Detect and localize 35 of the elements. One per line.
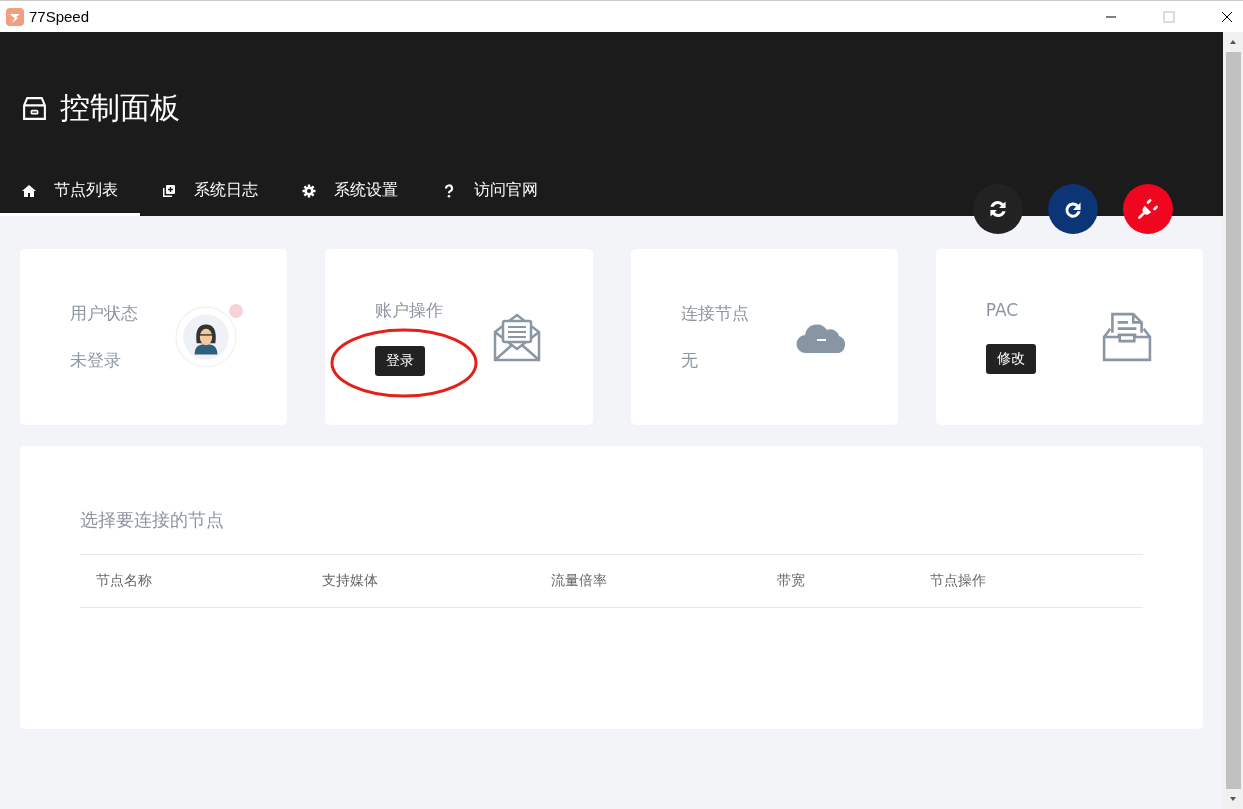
home-icon bbox=[22, 183, 36, 198]
table-title: 选择要连接的节点 bbox=[80, 508, 224, 532]
card-label: 连接节点 bbox=[680, 302, 749, 325]
sync-button[interactable] bbox=[973, 184, 1023, 234]
window-title: 77Speed bbox=[29, 8, 90, 25]
nav-tab[interactable]: 系统日志 bbox=[140, 180, 280, 216]
avatar-icon bbox=[175, 306, 238, 368]
app-logo-icon bbox=[6, 7, 24, 26]
drawer-icon bbox=[21, 95, 48, 122]
column-header: 支持媒体 bbox=[322, 572, 379, 590]
nav-tab[interactable]: 节点列表 bbox=[0, 180, 140, 216]
edit-button[interactable]: 修改 bbox=[985, 344, 1036, 374]
notification-dot bbox=[229, 304, 244, 318]
inbox-document-icon bbox=[1101, 312, 1153, 362]
settings-icon bbox=[302, 183, 316, 198]
plug-icon bbox=[1135, 196, 1161, 222]
column-header: 节点操作 bbox=[930, 572, 987, 590]
nav-tab[interactable]: 系统设置 bbox=[280, 180, 420, 216]
close-icon[interactable] bbox=[1221, 10, 1233, 23]
card-value: 无 bbox=[680, 349, 699, 372]
library-add-icon bbox=[162, 183, 176, 198]
card-value: 未登录 bbox=[70, 349, 122, 372]
login-button[interactable]: 登录 bbox=[375, 345, 426, 376]
nav-tab[interactable]: 访问官网 bbox=[420, 180, 560, 216]
card-label: PAC bbox=[985, 300, 1020, 320]
reload-button[interactable] bbox=[1048, 184, 1098, 234]
card-label: 账户操作 bbox=[375, 298, 444, 322]
scrollbar[interactable] bbox=[1223, 32, 1243, 809]
column-header: 流量倍率 bbox=[551, 572, 608, 590]
question-icon bbox=[442, 183, 456, 198]
column-header: 带宽 bbox=[777, 572, 806, 590]
card-label: 用户状态 bbox=[70, 302, 138, 325]
column-header: 节点名称 bbox=[96, 572, 153, 590]
plug-button[interactable] bbox=[1123, 184, 1173, 234]
page-title: 控制面板 bbox=[60, 89, 180, 127]
